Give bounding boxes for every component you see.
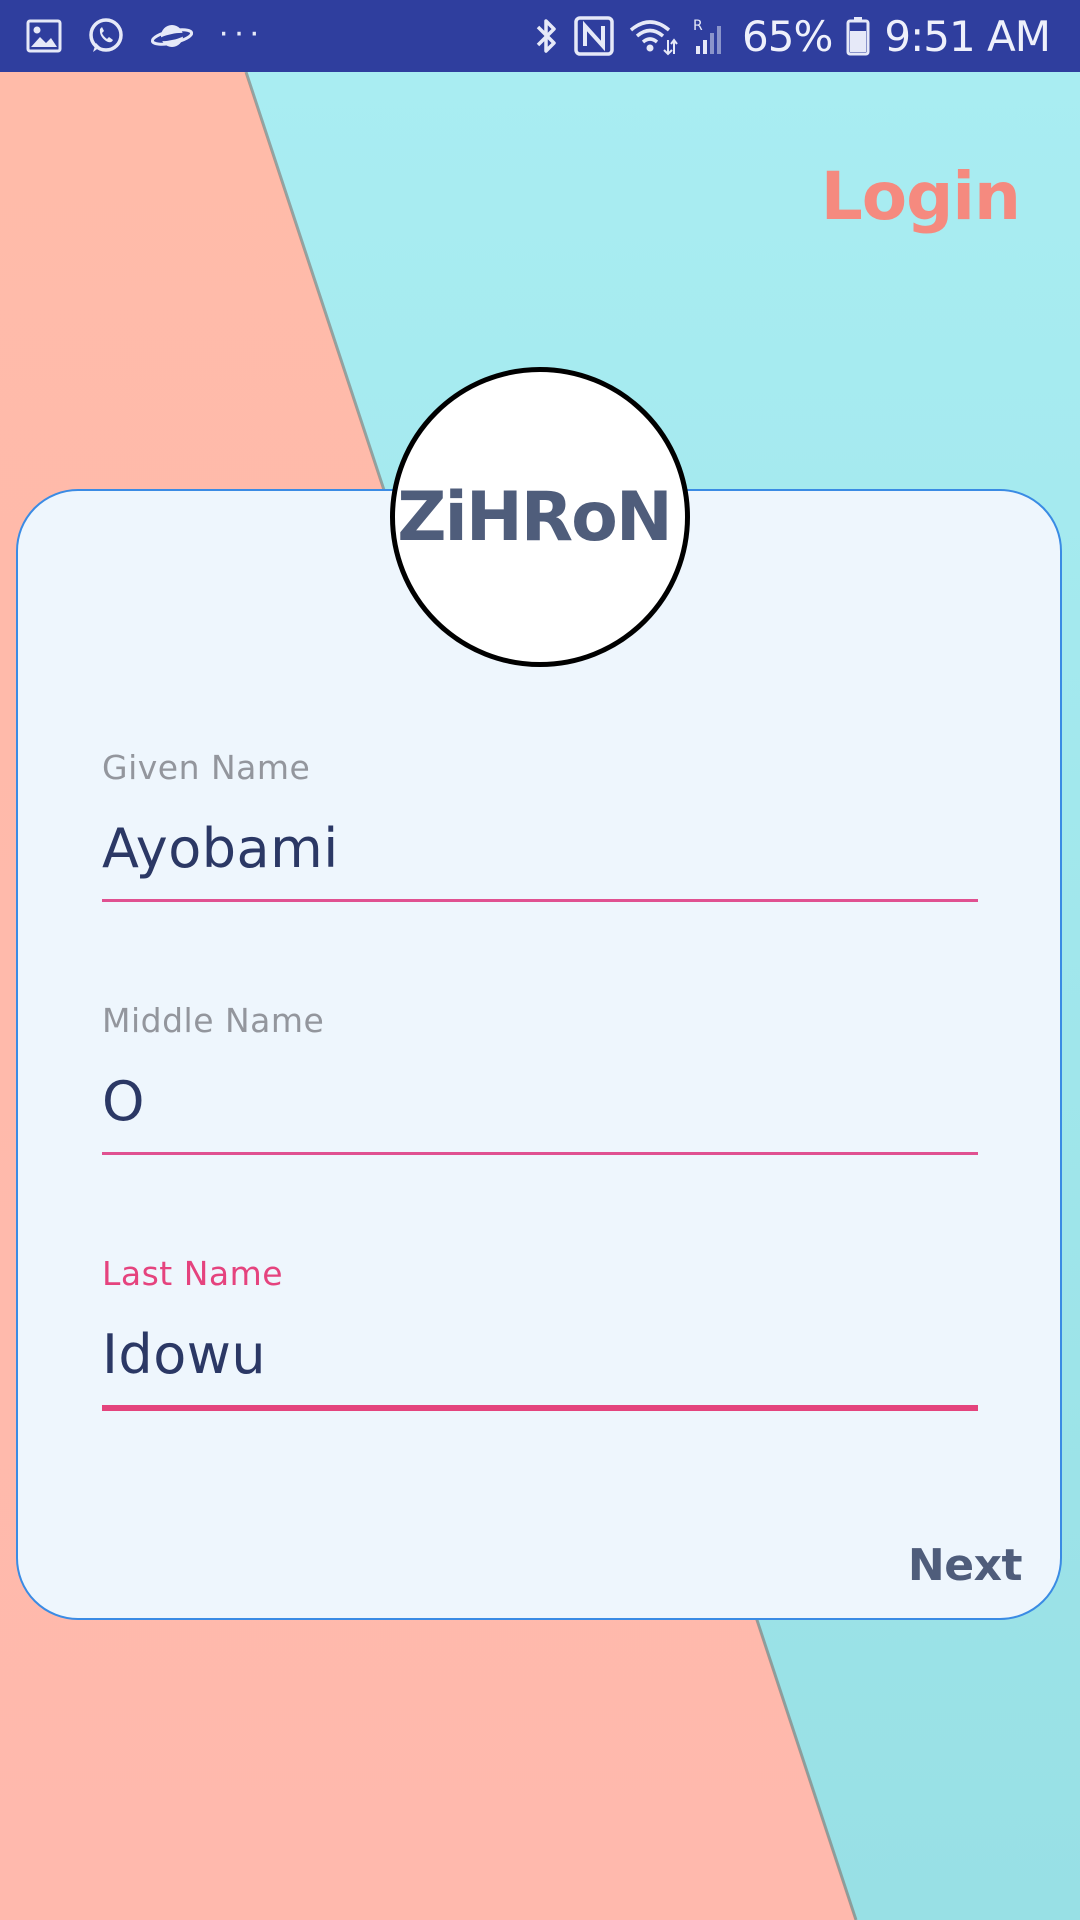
gallery-icon (26, 19, 62, 53)
middle-name-label: Middle Name (102, 1001, 325, 1040)
given-name-underline (102, 899, 978, 902)
signal-icon: R (692, 16, 728, 56)
whatsapp-icon (86, 16, 126, 56)
svg-text:R: R (693, 18, 703, 34)
next-button[interactable]: Next (908, 1540, 1023, 1591)
login-link[interactable]: Login (821, 158, 1021, 235)
last-name-input[interactable] (102, 1321, 978, 1387)
logo-badge: ZiHRoN (390, 367, 690, 667)
given-name-label: Given Name (102, 748, 311, 787)
wifi-icon (628, 16, 678, 56)
status-bar: ··· R 65% 9:51 AM (0, 0, 1080, 72)
logo-text: ZiHRoN (397, 477, 673, 557)
battery-percent: 65% (742, 11, 833, 61)
last-name-label: Last Name (102, 1254, 284, 1293)
given-name-input[interactable] (102, 815, 978, 881)
status-bar-right: R 65% 9:51 AM (520, 11, 1051, 61)
middle-name-field: Middle Name (102, 1001, 978, 1155)
bluetooth-icon (534, 16, 560, 56)
battery-icon (846, 16, 870, 56)
middle-name-underline (102, 1152, 978, 1155)
more-notifications-icon: ··· (218, 12, 264, 51)
given-name-field: Given Name (102, 748, 978, 902)
planet-icon (150, 19, 194, 53)
nfc-icon (574, 16, 614, 56)
last-name-underline (102, 1405, 978, 1411)
middle-name-input[interactable] (102, 1068, 978, 1134)
status-bar-left: ··· (26, 12, 288, 56)
last-name-field: Last Name (102, 1254, 978, 1411)
clock: 9:51 AM (884, 11, 1051, 61)
